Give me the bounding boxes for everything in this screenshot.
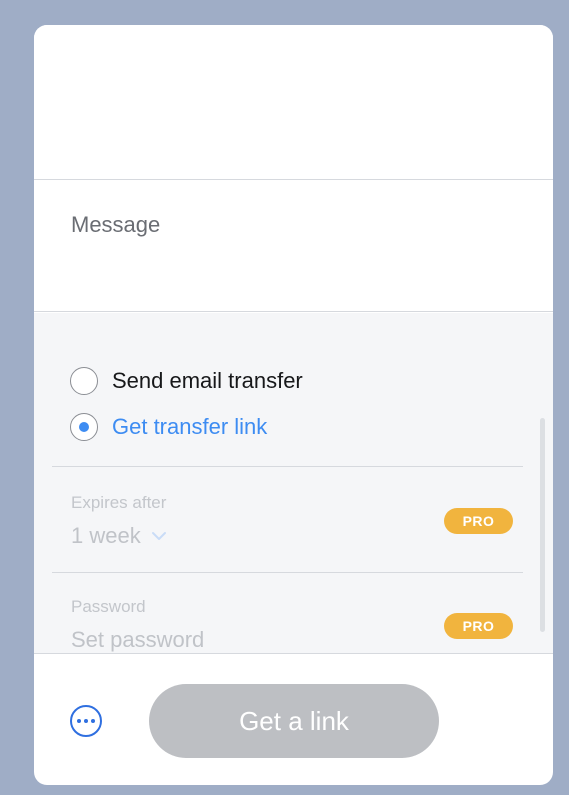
radio-send-email[interactable]: Send email transfer	[70, 367, 303, 395]
expires-label: Expires after	[71, 493, 167, 512]
transfer-panel: Message Send email transfer Get transfer…	[34, 25, 553, 785]
radio-label-get-link: Get transfer link	[112, 414, 268, 439]
divider	[34, 179, 553, 180]
get-link-button[interactable]: Get a link	[149, 684, 439, 758]
ellipsis-circle-icon	[77, 719, 81, 723]
scrollbar[interactable]	[540, 418, 545, 632]
options-panel: Send email transfer Get transfer link Ex…	[34, 313, 553, 653]
radio-get-link[interactable]: Get transfer link	[70, 413, 267, 441]
pro-badge[interactable]: PRO	[444, 508, 513, 534]
more-options-button[interactable]	[70, 705, 102, 737]
expires-value: 1 week	[71, 523, 141, 548]
divider	[34, 311, 553, 312]
expires-select[interactable]: 1 week	[71, 523, 167, 549]
files-area[interactable]	[34, 25, 553, 179]
pro-badge[interactable]: PRO	[444, 613, 513, 639]
icon-dot	[91, 719, 95, 723]
icon-dot	[84, 719, 88, 723]
divider	[52, 572, 523, 573]
radio-button-checked[interactable]	[70, 413, 98, 441]
password-label: Password	[71, 597, 146, 616]
divider	[52, 466, 523, 467]
password-field[interactable]: Set password	[71, 627, 204, 653]
radio-label-send-email: Send email transfer	[112, 368, 303, 393]
message-field[interactable]: Message	[71, 212, 160, 238]
chevron-down-icon	[151, 532, 166, 540]
divider	[34, 653, 553, 654]
radio-button-unchecked[interactable]	[70, 367, 98, 395]
